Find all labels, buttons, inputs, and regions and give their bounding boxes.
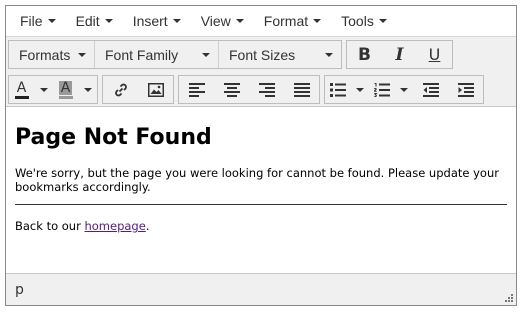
indent-icon [457, 82, 474, 97]
list-group [324, 75, 484, 104]
caret-down-icon [83, 87, 92, 92]
menu-label: Edit [75, 13, 100, 29]
text-style-group: B I U [346, 40, 453, 69]
menu-format[interactable]: Format [254, 6, 331, 37]
link-icon [114, 83, 127, 96]
toolbar-row-2: A A [8, 75, 488, 104]
menu-edit[interactable]: Edit [66, 6, 123, 37]
menubar: File Edit Insert View Format Tools [6, 6, 516, 37]
color-group: A A [8, 75, 98, 104]
background-color-button[interactable]: A [53, 76, 97, 103]
caret-down-icon [378, 19, 387, 23]
page-heading: Page Not Found [15, 125, 212, 150]
align-center-button[interactable] [214, 76, 249, 103]
formats-label: Formats [19, 46, 71, 63]
caret-down-icon [400, 87, 408, 92]
underline-button[interactable]: U [417, 41, 452, 68]
background-color-swatch [58, 95, 73, 99]
statusbar: p [6, 273, 516, 305]
insert-group [102, 75, 174, 104]
font-family-dropdown[interactable]: Font Family [95, 41, 219, 68]
bold-icon: B [358, 44, 371, 65]
caret-down-icon [78, 52, 86, 57]
body-paragraph: We're sorry, but the page you were looki… [15, 166, 499, 194]
text-color-button[interactable]: A [9, 76, 53, 103]
bold-button[interactable]: B [347, 41, 382, 68]
toolbar: Formats Font Family Font Sizes B I U A A [6, 37, 516, 107]
element-path[interactable]: p [15, 282, 24, 298]
text-color-swatch [14, 95, 29, 99]
caret-down-icon [172, 19, 181, 23]
caret-down-icon [47, 19, 56, 23]
menu-label: Format [263, 13, 309, 29]
rich-text-editor: File Edit Insert View Format Tools Forma… [5, 5, 517, 306]
numbered-list-icon [374, 82, 390, 97]
caret-down-icon [39, 87, 48, 92]
menu-tools[interactable]: Tools [331, 6, 397, 37]
formats-dropdown[interactable]: Formats [9, 41, 95, 68]
caret-down-icon [104, 19, 113, 23]
format-select-group: Formats Font Family Font Sizes [8, 40, 342, 69]
menu-label: View [200, 13, 231, 29]
menu-label: File [20, 13, 43, 29]
menu-label: Insert [132, 13, 168, 29]
font-family-label: Font Family [105, 46, 179, 63]
underline-icon: U [428, 45, 441, 64]
caret-down-icon [313, 19, 322, 23]
italic-icon: I [395, 44, 404, 65]
align-right-icon [258, 82, 275, 97]
menu-label: Tools [341, 13, 374, 29]
image-icon [147, 82, 164, 97]
align-center-icon [223, 82, 240, 97]
font-sizes-dropdown[interactable]: Font Sizes [219, 41, 341, 68]
background-color-glyph: A [58, 79, 73, 96]
homepage-link[interactable]: homepage [84, 219, 145, 233]
font-sizes-label: Font Sizes [229, 46, 296, 63]
back-paragraph: Back to our homepage. [15, 219, 507, 233]
caret-down-icon [202, 52, 210, 57]
outdent-button[interactable] [413, 76, 448, 103]
text-color-glyph: A [16, 79, 27, 96]
menu-file[interactable]: File [10, 6, 66, 37]
align-justify-button[interactable] [284, 76, 319, 103]
back-prefix: Back to our [15, 219, 85, 233]
align-left-button[interactable] [179, 76, 214, 103]
toolbar-row-1: Formats Font Family Font Sizes B I U [8, 40, 457, 69]
horizontal-rule [15, 204, 507, 205]
align-justify-icon [293, 82, 310, 97]
image-button[interactable] [138, 76, 173, 103]
indent-button[interactable] [448, 76, 483, 103]
back-suffix: . [145, 219, 150, 233]
background-color-icon: A [58, 79, 73, 99]
align-left-icon [188, 82, 205, 97]
alignment-group [178, 75, 320, 104]
outdent-icon [422, 82, 439, 97]
caret-down-icon [235, 19, 244, 23]
italic-button[interactable]: I [382, 41, 417, 68]
bullet-list-icon [330, 82, 346, 97]
caret-down-icon [325, 52, 333, 57]
caret-down-icon [356, 87, 364, 92]
resize-handle-icon[interactable] [505, 294, 513, 302]
editor-content-area[interactable]: Page Not Found We're sorry, but the page… [6, 107, 516, 273]
numbered-list-button[interactable] [369, 76, 413, 103]
link-button[interactable] [103, 76, 138, 103]
menu-insert[interactable]: Insert [123, 6, 191, 37]
align-right-button[interactable] [249, 76, 284, 103]
text-color-icon: A [14, 79, 29, 99]
menu-view[interactable]: View [191, 6, 254, 37]
bullet-list-button[interactable] [325, 76, 369, 103]
